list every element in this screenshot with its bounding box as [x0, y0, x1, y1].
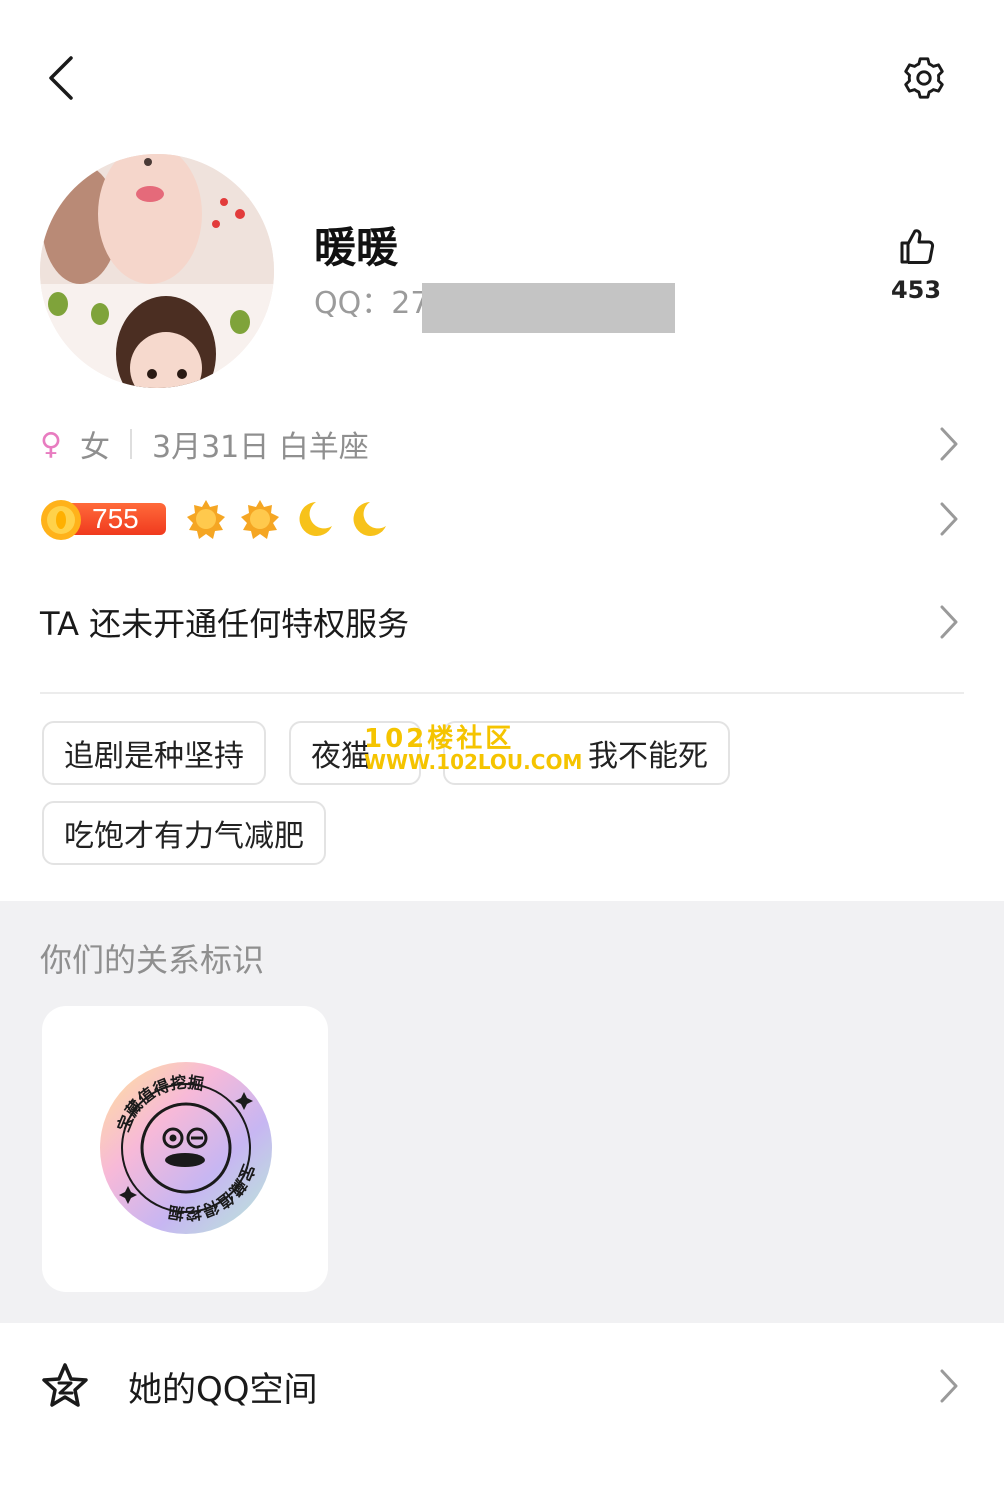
nickname: 暖暖 — [314, 223, 399, 272]
redaction-block — [422, 283, 675, 333]
privilege-row[interactable]: TA 还未开通任何特权服务 — [40, 592, 964, 652]
chevron-right-icon — [934, 596, 964, 648]
level-icons — [186, 499, 388, 539]
gender-label: 女 — [80, 430, 110, 465]
chevron-right-icon — [934, 493, 964, 545]
moon-icon — [299, 502, 332, 536]
settings-button[interactable] — [896, 50, 952, 106]
like-count: 453 — [890, 276, 942, 304]
relationship-badge: 宝藏值得挖掘 宝藏值得挖掘 — [100, 1062, 272, 1234]
chevron-right-icon — [934, 418, 964, 470]
sun-icon — [187, 500, 225, 539]
thumbs-up-icon — [900, 229, 935, 264]
birthday-label: 3月31日 白羊座 — [152, 430, 369, 465]
back-button[interactable] — [36, 50, 84, 106]
tag-chip[interactable]: 夜猫 — [289, 721, 421, 785]
tag-chip[interactable]: 吃饱才有力气减肥 — [42, 801, 326, 865]
gear-icon — [904, 57, 944, 99]
moon-icon — [353, 502, 386, 536]
female-icon: ♀ — [40, 426, 62, 462]
qq-level-row[interactable]: 755 — [40, 492, 964, 546]
avatar[interactable] — [40, 154, 274, 388]
coin-icon — [41, 500, 81, 540]
privilege-text: TA 还未开通任何特权服务 — [40, 605, 410, 643]
level-badge: 755 — [40, 499, 166, 540]
divider — [130, 429, 132, 459]
chevron-left-icon — [49, 56, 73, 100]
avatar-photo — [40, 154, 274, 388]
tag-chip[interactable]: 我不能死 — [443, 721, 730, 785]
relationship-title: 你们的关系标识 — [40, 941, 265, 979]
chevron-right-icon — [934, 1360, 964, 1412]
tag-chip[interactable]: 追剧是种坚持 — [42, 721, 266, 785]
qzone-row[interactable]: 她的QQ空间 — [40, 1350, 964, 1422]
qq-number: QQ：27 — [314, 286, 430, 321]
relationship-badge-card[interactable]: 宝藏值得挖掘 宝藏值得挖掘 — [42, 1006, 328, 1292]
basic-info-row[interactable]: ♀ 女 3月31日 白羊座 — [40, 418, 964, 470]
sun-icon — [241, 500, 279, 539]
star-icon — [42, 1363, 88, 1407]
qzone-label: 她的QQ空间 — [128, 1369, 318, 1410]
like-button[interactable]: 453 — [880, 226, 952, 318]
section-divider — [40, 692, 964, 694]
